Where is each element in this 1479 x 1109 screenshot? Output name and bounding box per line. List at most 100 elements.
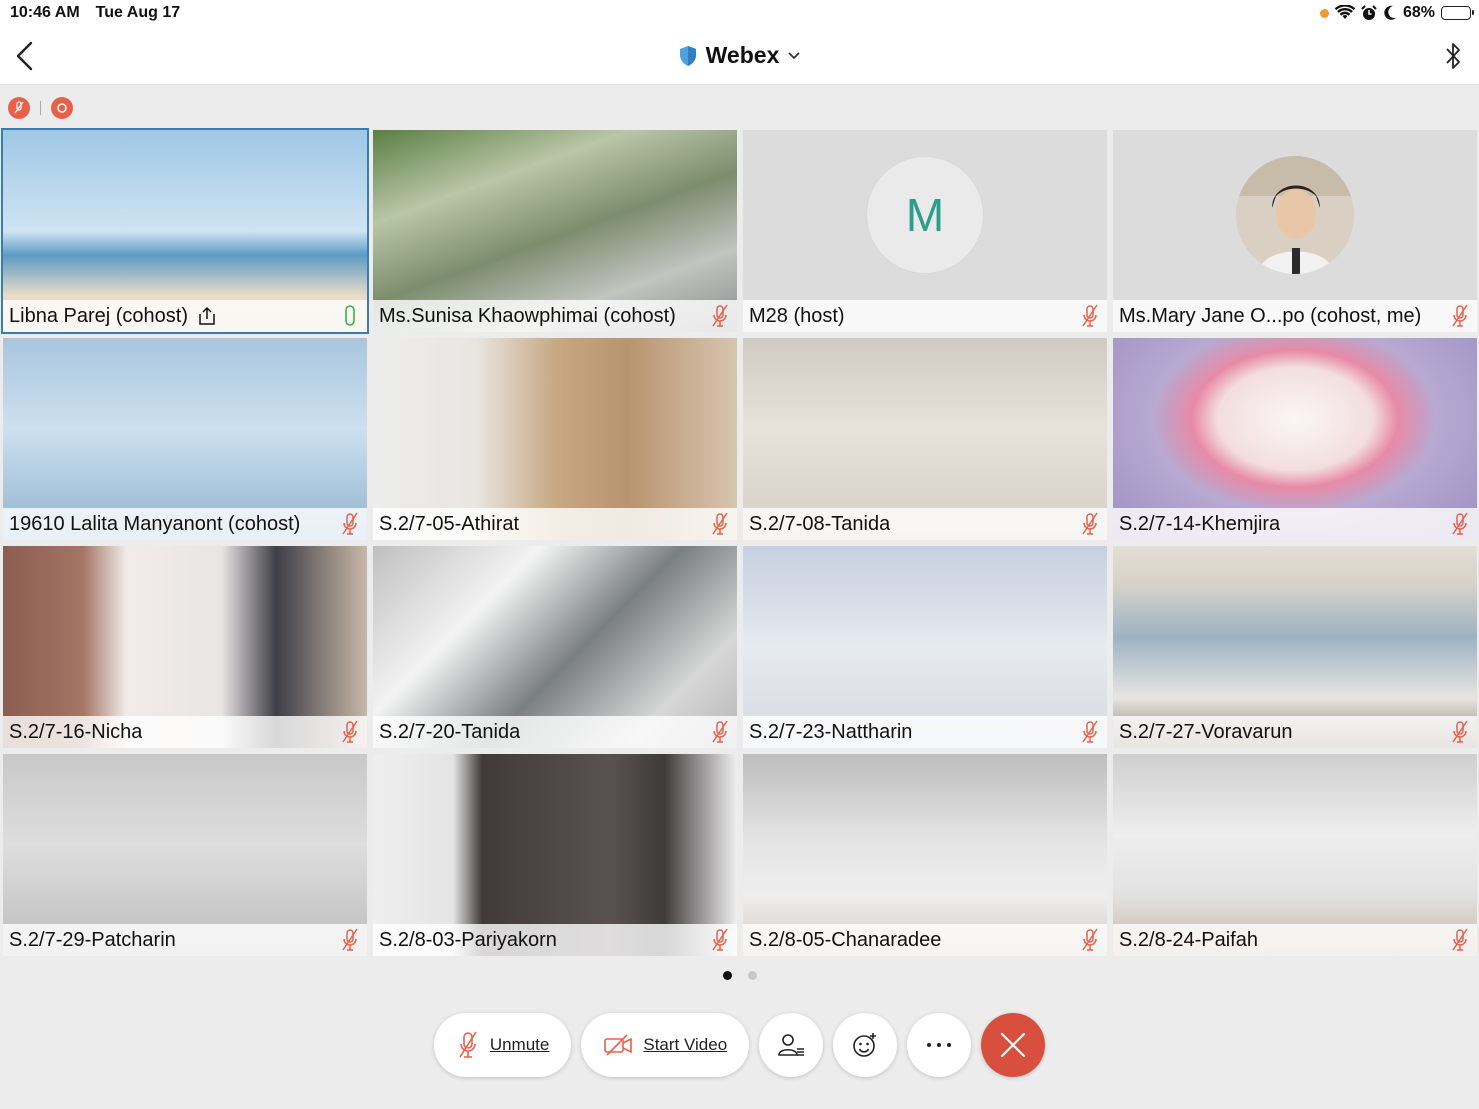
participant-name: Libna Parej (cohost) bbox=[9, 304, 188, 327]
participant-name-wrap: S.2/7-23-Nattharin bbox=[749, 721, 912, 744]
meeting-controls: Unmute Start Video bbox=[0, 1013, 1479, 1077]
privacy-dot-icon bbox=[1319, 8, 1329, 18]
mic-active-icon bbox=[345, 305, 355, 326]
participant-tile[interactable]: S.2/7-14-Khemjira bbox=[1113, 338, 1477, 540]
participant-tile[interactable]: S.2/8-05-Chanaradee bbox=[743, 754, 1107, 956]
participant-tile[interactable]: Libna Parej (cohost) bbox=[1, 128, 369, 334]
participant-name-bar: S.2/8-05-Chanaradee bbox=[743, 924, 1107, 956]
participants-button[interactable] bbox=[759, 1013, 824, 1077]
app-title: Webex bbox=[705, 42, 780, 68]
mic-muted-icon bbox=[712, 512, 728, 535]
participant-name-bar: M28 (host) bbox=[743, 300, 1107, 332]
participant-name: S.2/7-29-Patcharin bbox=[9, 928, 176, 951]
alarm-icon bbox=[1361, 5, 1377, 20]
participant-tile[interactable]: S.2/7-05-Athirat bbox=[373, 338, 737, 540]
participant-name-bar: S.2/7-23-Nattharin bbox=[743, 716, 1107, 748]
participant-tile[interactable]: S.2/7-08-Tanida bbox=[743, 338, 1107, 540]
meeting-title[interactable]: Webex bbox=[0, 42, 1479, 69]
video-off-icon bbox=[604, 1034, 633, 1056]
bluetooth-icon[interactable] bbox=[1443, 40, 1463, 72]
participant-name-wrap: S.2/7-20-Tanida bbox=[379, 721, 520, 744]
nav-bar: Webex bbox=[0, 28, 1479, 85]
participant-name-wrap: S.2/7-08-Tanida bbox=[749, 513, 890, 536]
participant-name-wrap: S.2/7-29-Patcharin bbox=[9, 929, 176, 952]
start-video-label: Start Video bbox=[643, 1035, 728, 1054]
participant-tile[interactable]: 19610 Lalita Manyanont (cohost) bbox=[3, 338, 367, 540]
mic-muted-icon bbox=[1452, 720, 1468, 743]
participant-name-bar: Libna Parej (cohost) bbox=[3, 300, 367, 332]
participant-name-bar: S.2/8-03-Pariyakorn bbox=[373, 924, 737, 956]
mic-muted-icon bbox=[342, 720, 358, 743]
participant-name: S.2/7-23-Nattharin bbox=[749, 720, 913, 743]
shield-icon bbox=[679, 45, 696, 66]
participant-name-bar: 19610 Lalita Manyanont (cohost) bbox=[3, 508, 367, 540]
participant-name-bar: S.2/7-05-Athirat bbox=[373, 508, 737, 540]
video-grid: Libna Parej (cohost) Ms.Sunisa Khaowphim… bbox=[1, 128, 1477, 956]
participant-name: S.2/8-24-Paifah bbox=[1119, 928, 1258, 951]
mic-muted-icon bbox=[1452, 512, 1468, 535]
start-video-button[interactable]: Start Video bbox=[581, 1013, 750, 1077]
participant-name-wrap: Ms.Mary Jane O...po (cohost, me) bbox=[1119, 305, 1421, 328]
participant-tile[interactable]: S.2/8-24-Paifah bbox=[1113, 754, 1477, 956]
mic-muted-icon bbox=[14, 101, 24, 114]
participant-name-wrap: S.2/8-24-Paifah bbox=[1119, 929, 1258, 952]
battery-icon bbox=[1441, 6, 1474, 20]
status-bar: 10:46 AM Tue Aug 17 68% bbox=[0, 0, 1479, 28]
participant-name-bar: S.2/7-27-Voravarun bbox=[1113, 716, 1477, 748]
participant-name-bar: S.2/7-29-Patcharin bbox=[3, 924, 367, 956]
participant-name-wrap: S.2/7-05-Athirat bbox=[379, 513, 519, 536]
wifi-icon bbox=[1334, 5, 1355, 19]
participant-name-wrap: Ms.Sunisa Khaowphimai (cohost) bbox=[379, 305, 676, 328]
participant-name-wrap: M28 (host) bbox=[749, 305, 845, 328]
participant-name-wrap: S.2/8-03-Pariyakorn bbox=[379, 929, 557, 952]
participant-name: S.2/7-20-Tanida bbox=[379, 720, 521, 743]
participant-name-bar: S.2/7-20-Tanida bbox=[373, 716, 737, 748]
participant-tile[interactable]: S.2/7-29-Patcharin bbox=[3, 754, 367, 956]
participant-tile[interactable]: Ms.Sunisa Khaowphimai (cohost) bbox=[373, 130, 737, 332]
participant-name: S.2/8-05-Chanaradee bbox=[749, 928, 942, 951]
participants-icon bbox=[778, 1034, 805, 1056]
participant-name-bar: S.2/8-24-Paifah bbox=[1113, 924, 1477, 956]
mic-muted-icon bbox=[1082, 304, 1098, 327]
participant-tile[interactable]: S.2/7-27-Voravarun bbox=[1113, 546, 1477, 748]
page-dot[interactable] bbox=[747, 971, 757, 980]
mic-muted-icon bbox=[459, 1031, 477, 1058]
participant-name-wrap: Libna Parej (cohost) bbox=[9, 305, 218, 328]
leave-meeting-button[interactable] bbox=[981, 1013, 1046, 1077]
mic-muted-icon bbox=[342, 928, 358, 951]
participant-tile[interactable]: S.2/8-03-Pariyakorn bbox=[373, 754, 737, 956]
reactions-button[interactable] bbox=[833, 1013, 898, 1077]
mic-muted-icon bbox=[1082, 720, 1098, 743]
participant-tile[interactable]: S.2/7-16-Nicha bbox=[3, 546, 367, 748]
moon-icon bbox=[1384, 5, 1396, 20]
unmute-button[interactable]: Unmute bbox=[433, 1013, 572, 1077]
participant-name: S.2/7-05-Athirat bbox=[379, 512, 520, 535]
indicator-divider bbox=[40, 101, 41, 115]
participant-name: Ms.Sunisa Khaowphimai (cohost) bbox=[379, 304, 676, 327]
participant-name-wrap: S.2/7-14-Khemjira bbox=[1119, 513, 1280, 536]
battery-percent: 68% bbox=[1402, 4, 1435, 21]
avatar: M bbox=[866, 156, 984, 274]
more-button[interactable] bbox=[907, 1013, 972, 1077]
meeting-indicators bbox=[8, 97, 73, 119]
participant-name: S.2/7-08-Tanida bbox=[749, 512, 891, 535]
participant-tile[interactable]: S.2/7-20-Tanida bbox=[373, 546, 737, 748]
participant-tile[interactable]: S.2/7-23-Nattharin bbox=[743, 546, 1107, 748]
participant-tile[interactable]: Ms.Mary Jane O...po (cohost, me) bbox=[1113, 130, 1477, 332]
avatar-letter: M bbox=[905, 189, 945, 241]
page-dot[interactable] bbox=[722, 971, 732, 980]
reaction-icon bbox=[853, 1033, 877, 1057]
more-icon bbox=[927, 1043, 952, 1047]
avatar bbox=[1236, 156, 1354, 274]
participant-tile[interactable]: M M28 (host) bbox=[743, 130, 1107, 332]
status-date: Tue Aug 17 bbox=[95, 4, 181, 21]
participant-name: S.2/8-03-Pariyakorn bbox=[379, 928, 557, 951]
page-indicator[interactable] bbox=[0, 971, 1479, 980]
participant-name-wrap: S.2/8-05-Chanaradee bbox=[749, 929, 941, 952]
mic-muted-icon bbox=[712, 928, 728, 951]
record-icon bbox=[57, 103, 67, 113]
participant-name-bar: Ms.Sunisa Khaowphimai (cohost) bbox=[373, 300, 737, 332]
participant-name: M28 (host) bbox=[749, 304, 845, 327]
close-icon bbox=[1001, 1032, 1026, 1058]
participant-name: 19610 Lalita Manyanont (cohost) bbox=[9, 512, 301, 535]
